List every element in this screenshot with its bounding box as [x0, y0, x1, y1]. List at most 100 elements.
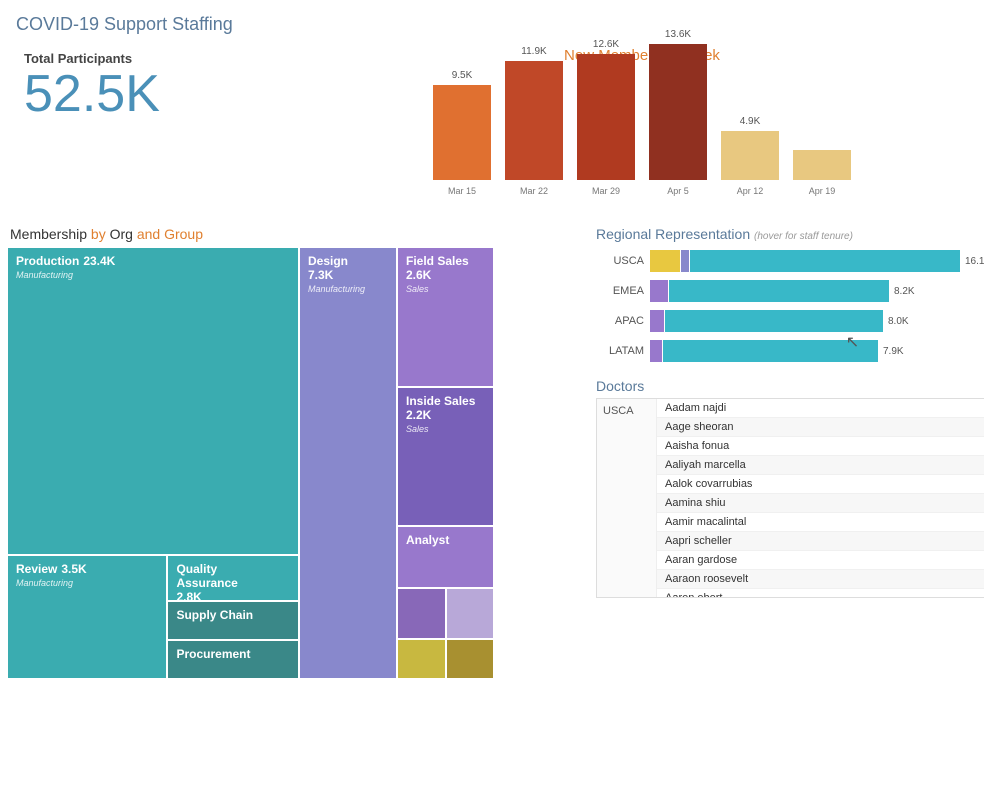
- doctor-name-row[interactable]: Aamir macalintal: [657, 513, 984, 532]
- treemap-cell-qa[interactable]: Quality Assurance 2.8K Manufacturing: [168, 556, 298, 600]
- bar-group[interactable]: Apr 19: [793, 146, 851, 196]
- total-participants-value: 52.5K: [24, 66, 292, 123]
- membership-group: Group: [164, 226, 203, 242]
- regional-bar-value: 8.2K: [894, 286, 915, 297]
- cursor-icon: ↖: [846, 332, 859, 352]
- supply-chain-name: Supply Chain: [176, 608, 290, 622]
- regional-row-label: APAC: [604, 315, 644, 327]
- page-title: COVID-19 Support Staffing: [0, 0, 984, 43]
- regional-bar-segments: 8.0K: [650, 310, 909, 332]
- treemap-cell-sm4[interactable]: [447, 640, 494, 679]
- regional-bar-seg: [650, 310, 664, 332]
- treemap-lower-col2: Analyst: [398, 527, 493, 678]
- production-name: Production: [16, 254, 79, 268]
- regional-section: Regional Representation (hover for staff…: [596, 226, 984, 362]
- total-participants-panel: Total Participants 52.5K: [8, 43, 308, 220]
- bar-label-top: 9.5K: [452, 70, 473, 81]
- treemap: Production 23.4K Manufacturing Review 3.…: [8, 248, 584, 678]
- review-value: 3.5K: [61, 562, 86, 576]
- regional-bar-seg: [650, 280, 668, 302]
- regional-bar-segments: 16.1K: [650, 250, 984, 272]
- treemap-cell-analyst[interactable]: Analyst: [398, 527, 493, 587]
- design-value: 7.3K: [308, 268, 388, 282]
- regional-bar-seg: [650, 250, 680, 272]
- bar-label-bottom: Mar 15: [448, 186, 476, 196]
- doctors-names-list[interactable]: Aadam najdiAage sheoranAaisha fonuaAaliy…: [657, 399, 984, 597]
- production-value: 23.4K: [83, 254, 115, 268]
- doctors-list[interactable]: USCA Aadam najdiAage sheoranAaisha fonua…: [596, 398, 984, 598]
- bar-rect[interactable]: [793, 150, 851, 180]
- treemap-cell-sm2[interactable]: [447, 589, 494, 637]
- membership-by: by: [91, 226, 106, 242]
- treemap-bottom-row: Review 3.5K Manufacturing Quality Assura…: [8, 556, 298, 678]
- regional-bar-seg: [690, 250, 960, 272]
- regional-bar-value: 8.0K: [888, 316, 909, 327]
- treemap-cell-field-sales[interactable]: Field Sales 2.6K Sales: [398, 248, 493, 386]
- right-panel: Regional Representation (hover for staff…: [596, 226, 984, 678]
- treemap-col-0[interactable]: Production 23.4K Manufacturing Review 3.…: [8, 248, 298, 678]
- inside-sales-name: Inside Sales: [406, 394, 485, 408]
- treemap-cell-inside-sales[interactable]: Inside Sales 2.2K Sales: [398, 388, 493, 526]
- treemap-cell-review[interactable]: Review 3.5K Manufacturing: [8, 556, 166, 678]
- bar-rect[interactable]: [577, 54, 635, 180]
- regional-row-latam[interactable]: LATAM 7.9K: [604, 340, 984, 362]
- regional-row-apac[interactable]: APAC 8.0K: [604, 310, 984, 332]
- regional-bar-value: 7.9K: [883, 346, 904, 357]
- bar-label-top: 13.6K: [665, 29, 691, 40]
- doctor-name-row[interactable]: Aaisha fonua: [657, 437, 984, 456]
- doctor-name-row[interactable]: Aalok covarrubias: [657, 475, 984, 494]
- bar-label-top: 12.6K: [593, 39, 619, 50]
- qa-value: 2.8K: [176, 590, 290, 600]
- review-name: Review: [16, 562, 57, 576]
- design-sub: Manufacturing: [308, 284, 388, 294]
- bar-rect[interactable]: [433, 85, 491, 180]
- membership-title: Membership by Org and Group: [8, 226, 584, 242]
- doctor-name-row[interactable]: Aaren ebert: [657, 589, 984, 597]
- bar-chart-title: New Members by week: [308, 47, 976, 64]
- regional-row-emea[interactable]: EMEA 8.2K: [604, 280, 984, 302]
- bar-group[interactable]: 9.5K Mar 15: [433, 70, 491, 196]
- bar-label-bottom: Apr 5: [667, 186, 689, 196]
- membership-section: Membership by Org and Group Production 2…: [8, 226, 584, 678]
- doctor-name-row[interactable]: Aapri scheller: [657, 532, 984, 551]
- regional-row-label: EMEA: [604, 285, 644, 297]
- field-sales-name: Field Sales: [406, 254, 485, 268]
- treemap-small-cells: [398, 589, 493, 637]
- bar-group[interactable]: 11.9KMar 22: [505, 46, 563, 196]
- regional-bar-seg: [681, 250, 689, 272]
- treemap-col-1: Design 7.3K Manufacturing: [300, 248, 396, 678]
- procurement-name: Procurement: [176, 647, 290, 661]
- treemap-cell-design[interactable]: Design 7.3K Manufacturing: [300, 248, 396, 678]
- regional-bars: USCA16.1K EMEA 8.2K APAC 8.0K LATAM 7.9K: [596, 250, 984, 362]
- bar-label-top: 4.9K: [740, 116, 761, 127]
- doctor-name-row[interactable]: Aaraon roosevelt: [657, 570, 984, 589]
- doctor-name-row[interactable]: Aaran gardose: [657, 551, 984, 570]
- inside-sales-sub: Sales: [406, 424, 485, 434]
- regional-bar-segments: 7.9K: [650, 340, 904, 362]
- treemap-qsp-stack: Quality Assurance 2.8K Manufacturing Sup…: [168, 556, 298, 678]
- qa-name2: Assurance: [176, 576, 290, 590]
- doctor-name-row[interactable]: Aadam najdi: [657, 399, 984, 418]
- bar-rect[interactable]: [649, 44, 707, 180]
- bar-rect[interactable]: [505, 61, 563, 180]
- bar-group[interactable]: 12.6KMar 29: [577, 39, 635, 196]
- bar-group[interactable]: 4.9K Apr 12: [721, 116, 779, 196]
- treemap-cell-supply-chain[interactable]: Supply Chain: [168, 602, 298, 639]
- total-participants-label: Total Participants: [24, 51, 292, 66]
- treemap-cell-sm1[interactable]: [398, 589, 445, 637]
- treemap-cell-sm3[interactable]: [398, 640, 445, 679]
- doctors-section: Doctors USCA Aadam najdiAage sheoranAais…: [596, 378, 984, 598]
- regional-row-label: LATAM: [604, 345, 644, 357]
- treemap-small-cells-2: [398, 640, 493, 679]
- treemap-cell-production[interactable]: Production 23.4K Manufacturing: [8, 248, 298, 554]
- doctor-name-row[interactable]: Aamina shiu: [657, 494, 984, 513]
- treemap-cell-procurement[interactable]: Procurement: [168, 641, 298, 678]
- doctor-name-row[interactable]: Aaliyah marcella: [657, 456, 984, 475]
- bar-group[interactable]: 13.6K Apr 5: [649, 29, 707, 196]
- doctor-name-row[interactable]: Aage sheoran: [657, 418, 984, 437]
- bar-label-bottom: Apr 19: [809, 186, 836, 196]
- bar-label-bottom: Apr 12: [737, 186, 764, 196]
- bar-rect[interactable]: [721, 131, 779, 180]
- regional-row-usca[interactable]: USCA16.1K: [604, 250, 984, 272]
- regional-bar-value: 16.1K: [965, 256, 984, 267]
